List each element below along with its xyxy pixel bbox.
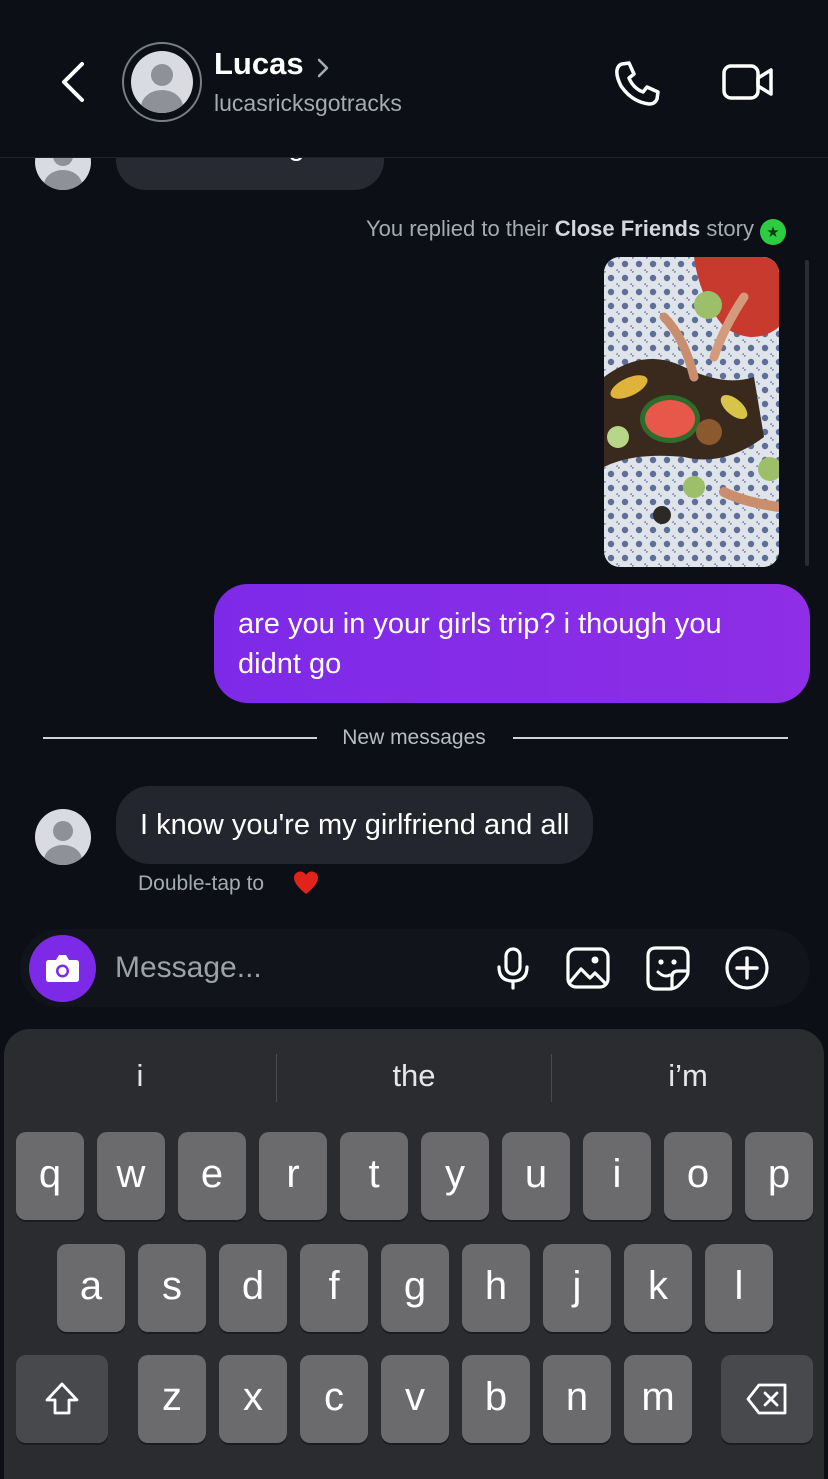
shift-key[interactable]	[16, 1355, 108, 1443]
key-w[interactable]: w	[97, 1132, 165, 1220]
key-q[interactable]: q	[16, 1132, 84, 1220]
chevron-right-icon[interactable]	[316, 56, 330, 80]
key-t[interactable]: t	[340, 1132, 408, 1220]
key-k[interactable]: k	[624, 1244, 692, 1332]
suggestion-2[interactable]: the	[277, 1058, 551, 1098]
plus-circle-icon[interactable]	[723, 944, 771, 992]
story-note-prefix: You replied to their	[365, 216, 555, 241]
key-f[interactable]: f	[300, 1244, 368, 1332]
contact-avatar[interactable]	[35, 809, 91, 865]
suggestion-1[interactable]: i	[4, 1058, 276, 1098]
camera-button[interactable]	[29, 935, 96, 1002]
key-h[interactable]: h	[462, 1244, 530, 1332]
key-z[interactable]: z	[138, 1355, 206, 1443]
default-avatar-icon	[44, 821, 82, 865]
key-n[interactable]: n	[543, 1355, 611, 1443]
star-glyph: ★	[766, 224, 780, 241]
default-avatar-icon	[141, 64, 183, 113]
backspace-icon	[746, 1383, 787, 1415]
key-e[interactable]: e	[178, 1132, 246, 1220]
scrollbar[interactable]	[805, 260, 809, 566]
camera-icon	[46, 955, 79, 982]
story-photo-icon	[604, 257, 779, 567]
message-text: are you in your girls trip? i though you…	[238, 608, 722, 680]
message-input[interactable]	[115, 948, 475, 988]
shift-arrow-icon	[45, 1382, 79, 1415]
key-j[interactable]: j	[543, 1244, 611, 1332]
microphone-icon[interactable]	[489, 944, 537, 992]
key-i[interactable]: i	[583, 1132, 651, 1220]
key-l[interactable]: l	[705, 1244, 773, 1332]
gallery-icon[interactable]	[564, 944, 612, 992]
close-friends-label: Close Friends	[554, 216, 701, 241]
key-v[interactable]: v	[381, 1355, 449, 1443]
back-arrow-icon[interactable]	[52, 56, 96, 108]
phone-call-icon[interactable]	[612, 58, 662, 108]
message-text: I know you're my girlfriend and all	[140, 809, 570, 841]
contact-name[interactable]: Lucas	[214, 46, 304, 82]
key-c[interactable]: c	[300, 1355, 368, 1443]
avatar[interactable]	[131, 51, 193, 113]
suggestion-3[interactable]: i’m	[552, 1058, 824, 1098]
key-u[interactable]: u	[502, 1132, 570, 1220]
message-bubble-received[interactable]: I know you're my girlfriend and all	[116, 786, 594, 864]
key-p[interactable]: p	[745, 1132, 813, 1220]
key-m[interactable]: m	[624, 1355, 692, 1443]
key-g[interactable]: g	[381, 1244, 449, 1332]
reaction-hint: Double-tap to	[138, 872, 265, 895]
story-thumbnail[interactable]	[604, 257, 779, 567]
key-s[interactable]: s	[138, 1244, 206, 1332]
key-r[interactable]: r	[259, 1132, 327, 1220]
key-a[interactable]: a	[57, 1244, 125, 1332]
video-call-icon[interactable]	[720, 58, 776, 106]
story-reply-note: You replied to their Close Friends story	[366, 216, 754, 242]
key-x[interactable]: x	[219, 1355, 287, 1443]
story-note-suffix: story	[700, 216, 754, 241]
heart-icon[interactable]	[292, 869, 320, 897]
key-b[interactable]: b	[462, 1355, 530, 1443]
key-y[interactable]: y	[421, 1132, 489, 1220]
sticker-icon[interactable]	[644, 944, 692, 992]
new-messages-divider: New messages	[342, 726, 486, 749]
key-d[interactable]: d	[219, 1244, 287, 1332]
contact-username[interactable]: lucasricksgotracks	[214, 90, 402, 117]
message-bubble-sent[interactable]: are you in your girls trip? i though you…	[214, 584, 810, 703]
close-friends-star-icon: ★	[760, 219, 786, 245]
delete-key[interactable]	[721, 1355, 813, 1443]
key-o[interactable]: o	[664, 1132, 732, 1220]
